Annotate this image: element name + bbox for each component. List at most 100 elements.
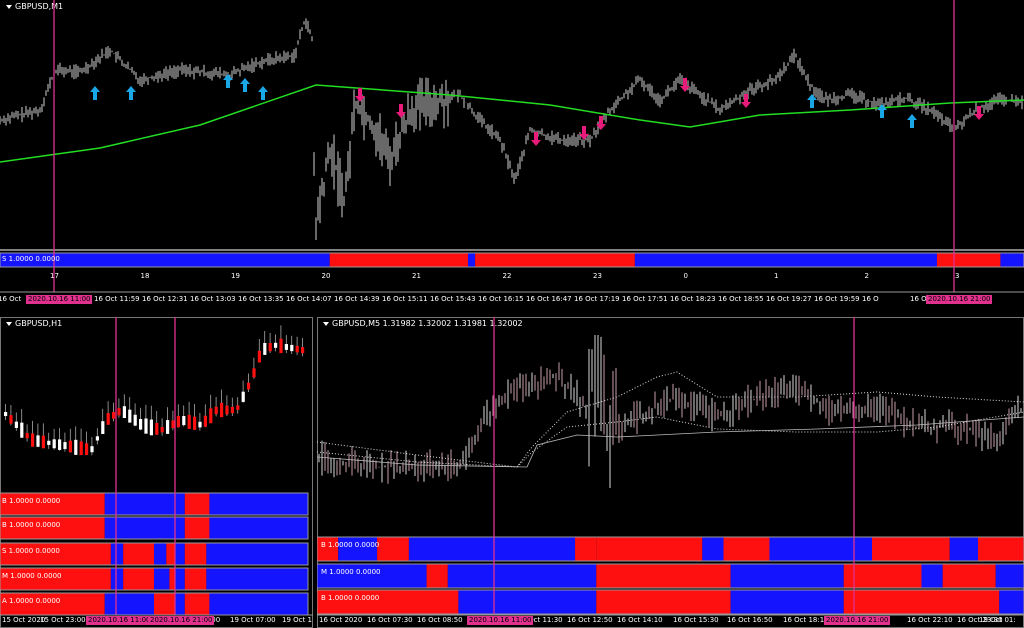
time-label: 16 Oct 14:10 xyxy=(617,616,663,624)
h1-candle xyxy=(128,409,132,423)
m5-indicator-bar-seg xyxy=(995,564,1024,588)
h1-candle xyxy=(295,345,299,353)
h1-candle xyxy=(25,432,29,439)
time-label: 16 Oct 16:47 xyxy=(526,295,572,303)
h1-indicator-label: B 1.0000 0.0000 xyxy=(2,521,61,529)
h1-candle xyxy=(252,368,256,378)
top-indicator-label: S 1.0000 0.0000 xyxy=(2,255,60,263)
m5-indicator-bar-seg xyxy=(942,564,996,588)
m5-indicator-bar-seg xyxy=(447,564,597,588)
h1-chart-window[interactable]: GBPUSD,H1 B 1.0000 0.0000 B 1.0000 0.0000… xyxy=(0,317,313,628)
time-label: 16 Oct 11:59 xyxy=(94,295,140,303)
h1-candle xyxy=(149,419,153,436)
h1-candle xyxy=(257,350,261,363)
m5-chart-window[interactable]: GBPUSD,M5 1.31982 1.32002 1.31981 1.3200… xyxy=(317,317,1024,628)
separator xyxy=(0,249,1024,251)
h1-candle xyxy=(155,422,159,435)
h1-indicator-bar-seg xyxy=(175,543,185,565)
hour-label: 19 xyxy=(231,272,240,280)
buy-arrow-icon xyxy=(240,78,250,92)
cloud-span-b xyxy=(317,411,1024,468)
h1-candle xyxy=(85,443,89,455)
h1-candle xyxy=(144,418,148,434)
h1-indicator-bar-seg xyxy=(209,593,308,615)
hour-label: 17 xyxy=(50,272,59,280)
time-label: 15 Oct 2020 xyxy=(2,616,46,624)
h1-indicator-bar-seg xyxy=(184,517,210,539)
time-label: 16 Oct 14:39 xyxy=(334,295,380,303)
buy-arrow-icon xyxy=(907,114,917,128)
m5-indicator-bar-seg xyxy=(702,537,724,561)
h1-indicator-bar-seg xyxy=(166,543,176,565)
h1-candle xyxy=(90,446,94,453)
m5-indicator-bar-seg xyxy=(999,590,1024,614)
time-label: 16 Oct 15:43 xyxy=(430,295,476,303)
h1-candle xyxy=(193,416,197,430)
h1-price-chart[interactable] xyxy=(0,317,313,628)
time-label: 16 Oct 2020 xyxy=(319,616,363,624)
h1-candle xyxy=(301,347,305,354)
h1-candle xyxy=(139,418,143,430)
m5-indicator-bar-seg xyxy=(921,564,943,588)
m5-indicator-bar-seg xyxy=(596,537,703,561)
h1-indicator-bar-seg xyxy=(209,517,308,539)
h1-indicator-bar-seg xyxy=(184,493,210,515)
hour-label: 18 xyxy=(140,272,150,280)
m5-price-chart[interactable] xyxy=(317,317,1024,628)
buy-arrow-icon xyxy=(126,86,136,100)
time-label: 16 Oct 12:31 xyxy=(142,295,188,303)
m5-indicator-bar-seg xyxy=(871,537,950,561)
h1-candle xyxy=(268,343,272,352)
h1-indicator-bar-seg xyxy=(206,543,308,565)
top-time-tag-1: 2020.10.16 11:00 xyxy=(26,295,93,304)
h1-indicator-bar-seg xyxy=(104,593,154,615)
h1-candle xyxy=(122,406,126,419)
h1-indicator-bar-seg xyxy=(184,543,207,565)
h1-indicator-bar-seg xyxy=(123,568,154,590)
time-label: 16 Oct 08:50 xyxy=(417,616,463,624)
hour-label: 21 xyxy=(412,272,421,280)
buy-arrow-icon xyxy=(90,86,100,100)
h1-candle xyxy=(106,413,110,425)
h1-candle xyxy=(166,420,170,434)
h1-candle xyxy=(36,435,40,447)
h1-candle xyxy=(176,415,180,428)
m5-indicator-label: M 1.0000 0.0000 xyxy=(321,568,381,576)
h1-candle xyxy=(95,436,99,441)
time-label: 16 Oct 13:03 xyxy=(190,295,236,303)
m5-indicator-bar-seg xyxy=(730,564,844,588)
top-price-chart[interactable] xyxy=(0,0,1024,313)
m5-indicator-bar-seg xyxy=(377,537,409,561)
h1-indicator-bar-seg xyxy=(123,543,154,565)
h1-candle xyxy=(230,406,234,414)
time-label: 16 Oct xyxy=(0,295,22,303)
top-indicator-bar-seg xyxy=(329,253,468,267)
buy-arrow-icon xyxy=(258,86,268,100)
m5-indicator-bar-seg xyxy=(596,590,731,614)
h1-indicator-label: B 1.0000 0.0000 xyxy=(2,497,61,505)
m5-indicator-label: B 1.0000 0.0000 xyxy=(321,594,380,602)
time-label: 16 Oct 13:35 xyxy=(238,295,284,303)
top-chart-window[interactable]: GBPUSD,M1 S 1.0000 0.0000 17 18 19 20 21 22 23… xyxy=(0,0,1024,313)
h1-indicator-bar-seg xyxy=(175,568,185,590)
time-label: 15 Oct 23:00 xyxy=(40,616,86,624)
h1-candle xyxy=(187,414,191,429)
h1-candle xyxy=(31,433,35,447)
m5-indicator-bar-seg xyxy=(575,537,597,561)
time-label: 16 Oct 18:23 xyxy=(670,295,716,303)
h1-candle xyxy=(47,440,51,445)
h1-indicator-bar-seg xyxy=(154,593,176,615)
h1-time-tag-2: 2020.10.16 21:00 xyxy=(148,616,215,625)
time-label: 16 Oct 16:50 xyxy=(727,616,773,624)
h1-candle xyxy=(214,406,218,415)
time-label: 16 Oct 22:10 xyxy=(907,616,953,624)
m5-indicator-bar-seg xyxy=(458,590,597,614)
h1-indicator-label: A 1.0000 0.0000 xyxy=(2,597,61,605)
h1-candle xyxy=(274,342,278,348)
top-indicator-bar-seg xyxy=(634,253,937,267)
hour-label: 22 xyxy=(502,272,512,280)
m5-indicator-bar-seg xyxy=(723,537,770,561)
m5-indicator-bar-seg xyxy=(949,537,979,561)
h1-candle xyxy=(220,402,224,418)
h1-candle xyxy=(209,408,213,424)
